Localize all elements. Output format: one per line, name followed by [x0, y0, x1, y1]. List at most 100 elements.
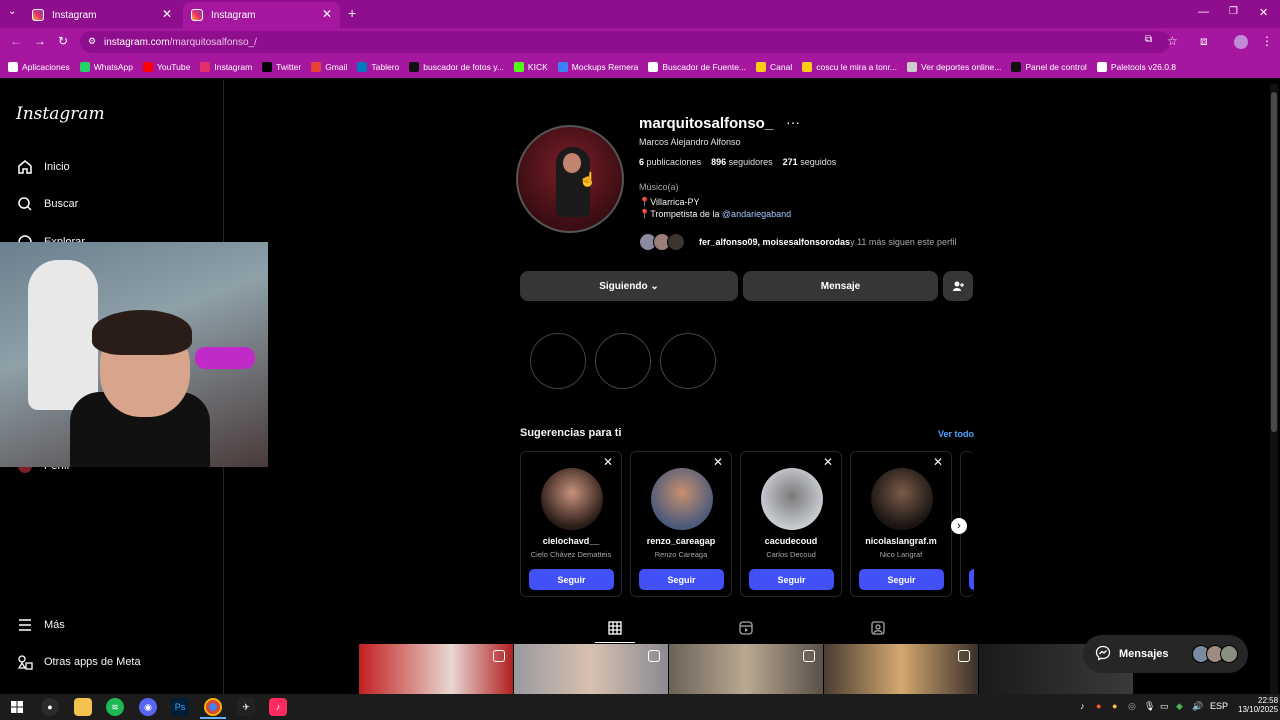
bookmark-item[interactable]: Gmail	[311, 62, 347, 72]
see-all-link[interactable]: Ver todo	[938, 429, 974, 439]
followed-by[interactable]: fer_alfonso09, moisesalfonsorodas y 11 m…	[639, 233, 956, 251]
bookmark-item[interactable]: WhatsApp	[79, 62, 133, 72]
bookmark-item[interactable]: Instagram	[200, 62, 252, 72]
options-ellipsis-icon[interactable]: ···	[786, 114, 800, 130]
post-thumbnail[interactable]	[824, 644, 978, 694]
bookmark-item[interactable]: buscador de fotos y...	[409, 62, 504, 72]
post-thumbnail[interactable]	[514, 644, 668, 694]
suggestion-username[interactable]: cielochavd__	[521, 536, 621, 546]
volume-icon[interactable]: 🔊	[1192, 701, 1203, 712]
clock[interactable]: 22:58 13/10/2025	[1238, 696, 1278, 714]
story-highlight[interactable]	[530, 333, 586, 389]
app-icon[interactable]: ✈	[237, 698, 255, 716]
suggestion-username[interactable]: renzo_careagap	[631, 536, 731, 546]
browser-tab-1[interactable]: Instagram ✕	[24, 2, 180, 28]
tray-app-icon[interactable]: ●	[1096, 701, 1101, 711]
follow-button[interactable]: Seguir	[529, 569, 614, 590]
bookmark-item[interactable]: coscu le mira a tonr...	[802, 62, 897, 72]
bookmark-item[interactable]: YouTube	[142, 62, 190, 72]
tagged-icon[interactable]	[870, 620, 886, 636]
dismiss-icon[interactable]: ✕	[933, 455, 943, 469]
forward-icon[interactable]: →	[34, 34, 46, 48]
close-tab-icon[interactable]: ✕	[322, 7, 332, 21]
microphone-icon[interactable]: 🎙	[1144, 701, 1155, 712]
tray-app-icon[interactable]: ◆	[1176, 701, 1183, 712]
tray-app-icon[interactable]: ●	[1112, 701, 1117, 711]
reload-icon[interactable]: ↻	[58, 34, 68, 48]
suggestion-username[interactable]: nicolaslangraf.m	[851, 536, 951, 546]
dismiss-icon[interactable]: ✕	[823, 455, 833, 469]
profile-picture[interactable]	[516, 125, 624, 233]
bookmark-item[interactable]: Twitter	[262, 62, 301, 72]
suggestion-avatar[interactable]	[761, 468, 823, 530]
windows-start-icon[interactable]	[8, 698, 26, 716]
suggestion-avatar[interactable]	[651, 468, 713, 530]
add-user-icon[interactable]	[943, 271, 973, 301]
bookmark-item[interactable]: Canal	[756, 62, 792, 72]
story-highlight[interactable]	[595, 333, 651, 389]
bookmark-item[interactable]: Tablero	[357, 62, 399, 72]
new-tab-icon[interactable]: +	[348, 5, 356, 21]
bookmark-item[interactable]: KICK	[513, 62, 548, 72]
bookmark-item[interactable]: Ver deportes online...	[907, 62, 1001, 72]
bookmark-item[interactable]: Panel de control	[1011, 62, 1087, 72]
tray-tiktok-icon[interactable]: ♪	[1080, 701, 1085, 711]
sidebar-item-mas[interactable]: Más	[16, 616, 65, 634]
messages-button[interactable]: Mensajes	[1083, 635, 1248, 673]
close-window-icon[interactable]: ✕	[1259, 6, 1268, 19]
browser-tab-2[interactable]: Instagram ✕	[183, 2, 340, 28]
dismiss-icon[interactable]: ✕	[713, 455, 723, 469]
sidebar-item-inicio[interactable]: Inicio	[16, 158, 70, 176]
follow-button[interactable]: Seguir	[749, 569, 834, 590]
bio-mention-link[interactable]: @andariegaband	[722, 209, 791, 219]
following-stat[interactable]: 271 seguidos	[783, 157, 837, 167]
restore-icon[interactable]: ❐	[1229, 6, 1238, 17]
tray-app-icon[interactable]: ◎	[1128, 701, 1136, 712]
following-button[interactable]: Siguiendo ⌄	[520, 271, 738, 301]
spotify-icon[interactable]: ≋	[106, 698, 124, 716]
display-icon[interactable]: ▭	[1160, 701, 1169, 712]
back-icon[interactable]: ←	[10, 34, 22, 48]
sidebar-item-otras-apps[interactable]: Otras apps de Meta	[16, 653, 141, 671]
follow-button-partial[interactable]	[969, 569, 974, 590]
suggestion-username[interactable]: cacudecoud	[741, 536, 841, 546]
instagram-logo[interactable]: Instagram	[16, 104, 105, 124]
photoshop-icon[interactable]: Ps	[171, 698, 189, 716]
site-info-icon[interactable]: ⚙	[88, 36, 96, 47]
story-highlight[interactable]	[660, 333, 716, 389]
dismiss-icon[interactable]: ✕	[603, 455, 613, 469]
suggestion-avatar[interactable]	[871, 468, 933, 530]
follow-button[interactable]: Seguir	[859, 569, 944, 590]
language-indicator[interactable]: ESP	[1210, 701, 1228, 711]
bookmark-star-icon[interactable]: ☆	[1167, 34, 1178, 48]
post-thumbnail[interactable]	[359, 644, 513, 694]
profile-avatar-icon[interactable]	[1234, 35, 1248, 49]
menu-kebab-icon[interactable]: ⋮	[1261, 34, 1273, 48]
bookmark-item[interactable]: Buscador de Fuente...	[648, 62, 746, 72]
message-button[interactable]: Mensaje	[743, 271, 938, 301]
followers-stat[interactable]: 896 seguidores	[711, 157, 773, 167]
discord-icon[interactable]: ◉	[139, 698, 157, 716]
install-app-icon[interactable]: ⧉	[1145, 34, 1152, 45]
tiktok-icon[interactable]: ♪	[269, 698, 287, 716]
follow-button[interactable]: Seguir	[639, 569, 724, 590]
tab-list-chevron-icon[interactable]: ⌄	[8, 6, 16, 17]
extensions-icon[interactable]: ⧈	[1200, 34, 1208, 49]
scrollbar-thumb[interactable]	[1271, 92, 1277, 432]
suggestion-avatar[interactable]	[541, 468, 603, 530]
posts-grid-icon[interactable]	[607, 620, 623, 636]
reels-icon[interactable]	[738, 620, 754, 636]
sidebar-item-buscar[interactable]: Buscar	[16, 195, 78, 213]
minimize-icon[interactable]: —	[1198, 6, 1209, 18]
obs-icon[interactable]: ●	[41, 698, 59, 716]
page-scrollbar[interactable]	[1270, 84, 1278, 694]
bookmark-item[interactable]: Aplicaciones	[8, 62, 70, 72]
bookmark-item[interactable]: Mockups Remera	[557, 62, 638, 72]
file-explorer-icon[interactable]	[74, 698, 92, 716]
close-tab-icon[interactable]: ✕	[162, 7, 172, 21]
post-thumbnail[interactable]	[669, 644, 823, 694]
bookmark-item[interactable]: Paletools v26.0.8	[1096, 62, 1176, 72]
url-input[interactable]: ⚙ instagram.com/marquitosalfonso_/	[80, 31, 1170, 53]
chrome-icon[interactable]	[204, 698, 222, 716]
next-arrow-icon[interactable]: ›	[951, 518, 967, 534]
